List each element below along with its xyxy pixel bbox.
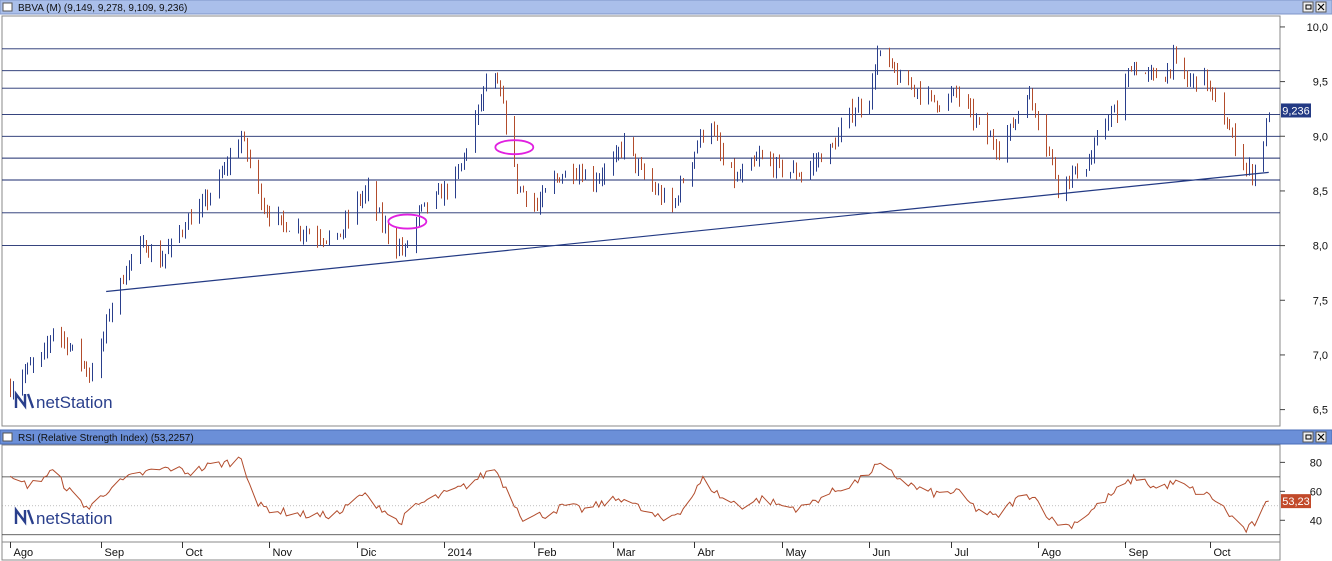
rsi-tick-label: 80	[1310, 457, 1322, 469]
main-chart-title: BBVA (M) (9,149, 9,278, 9,109, 9,236)	[18, 3, 187, 14]
close-button[interactable]	[1315, 1, 1327, 13]
rsi-title: RSI (Relative Strength Index) (53,2257)	[18, 433, 194, 444]
price-tick-label: 9,0	[1313, 131, 1328, 143]
rsi-axis: 40 60 80 53,23	[1280, 457, 1322, 527]
main-plot-area	[1, 15, 1281, 427]
time-tick-label: Jun	[873, 547, 891, 559]
rsi-last-label: 53,23	[1282, 496, 1310, 508]
rsi-restore-button[interactable]	[1302, 431, 1314, 443]
netstation-logo-text: netStation	[36, 393, 113, 412]
time-tick-label: Mar	[617, 547, 636, 559]
rsi-title-bar	[0, 429, 1332, 445]
time-tick-label: Abr	[698, 547, 715, 559]
main-title-bar	[0, 0, 1332, 15]
time-tick-label: Oct	[1214, 547, 1231, 559]
time-tick-label: May	[786, 547, 807, 559]
price-tick-label: 9,5	[1313, 77, 1328, 89]
time-tick-label: Sep	[1129, 547, 1149, 559]
time-tick-label: Ago	[14, 547, 34, 559]
price-tick-label: 6,5	[1313, 405, 1328, 417]
time-tick-label: Ago	[1042, 547, 1062, 559]
price-tick-label: 8,0	[1313, 241, 1328, 253]
time-tick-label: Nov	[273, 547, 293, 559]
price-tick-label: 10,0	[1307, 22, 1328, 34]
time-tick-label: Oct	[186, 547, 203, 559]
time-tick-label: Dic	[361, 547, 377, 559]
price-tick-label: 7,5	[1313, 295, 1328, 307]
price-tick-label: 8,5	[1313, 186, 1328, 198]
last-price-label: 9,236	[1282, 105, 1310, 117]
time-tick-label: Jul	[955, 547, 969, 559]
price-axis: 6,5 7,0 7,5 8,0 8,5 9,0 9,5 10,0 9,236	[1280, 22, 1328, 417]
rsi-tick-label: 60	[1310, 486, 1322, 498]
time-tick-label: 2014	[448, 547, 472, 559]
chart-window: BBVA (M) (9,149, 9,278, 9,109, 9,236) 6,…	[0, 0, 1332, 561]
chart-canvas: BBVA (M) (9,149, 9,278, 9,109, 9,236) 6,…	[0, 0, 1332, 561]
restore-button[interactable]	[1302, 1, 1314, 13]
rsi-close-button[interactable]	[1315, 431, 1327, 443]
price-tick-label: 7,0	[1313, 350, 1328, 362]
rsi-plot-area	[1, 444, 1281, 543]
netstation-logo-rsi-text: netStation	[36, 509, 113, 528]
rsi-tick-label: 40	[1310, 515, 1322, 527]
rsi-window-icon	[2, 432, 13, 442]
time-tick-label: Feb	[538, 547, 557, 559]
window-icon	[2, 2, 13, 12]
time-tick-label: Sep	[105, 547, 125, 559]
